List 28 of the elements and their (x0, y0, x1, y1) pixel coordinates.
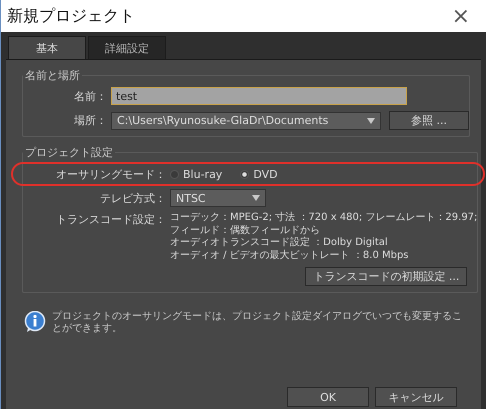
field-label: テレビ方式： (99, 190, 167, 206)
info-icon (24, 311, 46, 333)
radio-option[interactable]: DVD (240, 168, 278, 180)
window-title: 新規プロジェクト (7, 6, 135, 26)
dialog-button[interactable]: キャンセル (375, 387, 457, 407)
field-label: オーサリングモード： (55, 166, 167, 182)
field-label: トランスコード設定： (55, 212, 167, 227)
tv-standard-dropdown[interactable]: NTSC (170, 189, 266, 207)
group-title: 名前と場所 (24, 68, 81, 83)
transcode-defaults-button[interactable]: トランスコードの初期設定 ... (305, 267, 468, 286)
tab[interactable]: 詳細設定 (88, 36, 166, 59)
info-message: プロジェクトのオーサリングモードは、プロジェクト設定ダイアログでいつでも変更することができます。 (52, 311, 462, 335)
browse-button[interactable]: 参照 ... (389, 111, 469, 130)
location-dropdown[interactable]: C:\Users\Ryunosuke-GlaDr\Documents (111, 112, 381, 130)
field-label: 場所： (73, 113, 108, 128)
transcode-detail: オーディオ / ビデオの最大ビットレート ：8.0 Mbps (170, 250, 410, 262)
group-title: プロジェクト設定 (24, 145, 114, 160)
transcode-detail: フィールド：偶数フィールドから (170, 224, 321, 236)
transcode-detail: オーディオトランスコード設定 ：Dolby Digital (170, 237, 389, 250)
dropdown-arrow-icon (367, 118, 375, 124)
radio-option[interactable]: Blu-ray (170, 168, 222, 180)
name-field[interactable]: test (111, 87, 407, 105)
dropdown-arrow-icon (252, 195, 260, 201)
field-label: 名前： (73, 88, 108, 104)
tab[interactable]: 基本 (8, 36, 86, 59)
transcode-detail: コーデック：MPEG-2; 寸法 ：720 x 480; フレームレート：29.97; (170, 212, 478, 224)
close-button[interactable]: × (450, 4, 472, 28)
dialog-button[interactable]: OK (287, 387, 369, 407)
